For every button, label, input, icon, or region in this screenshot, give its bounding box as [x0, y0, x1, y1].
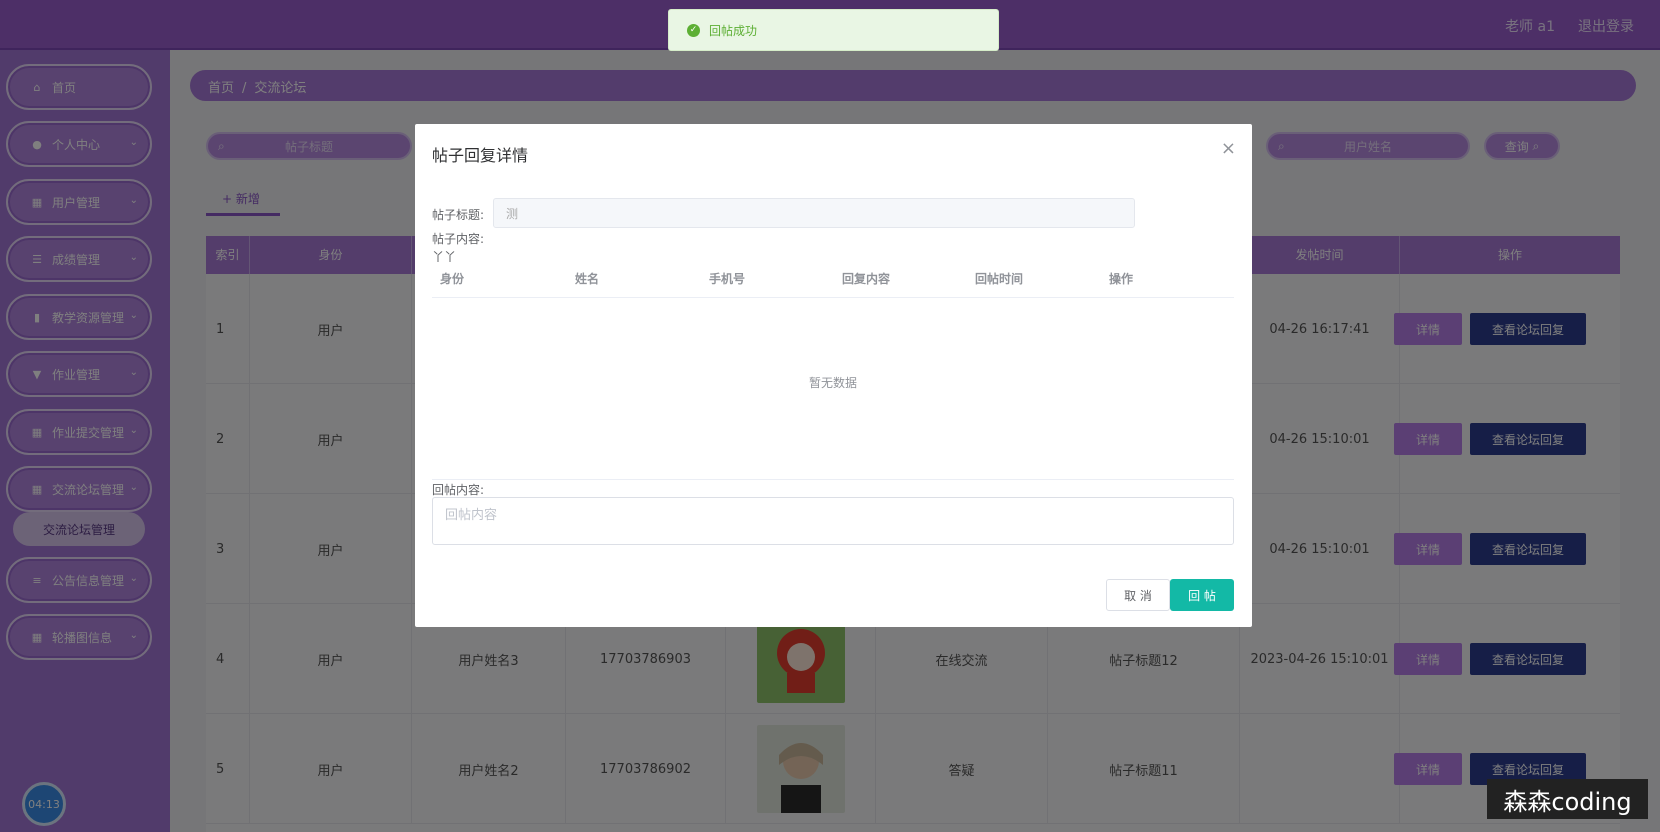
reply-detail-dialog: 帖子回复详情 × 帖子标题: 测 帖子内容: 丫丫 身份 姓名 手机号 回复内容… [415, 124, 1252, 627]
column-header: 身份 [440, 272, 465, 286]
toast-message: 回帖成功 [709, 23, 758, 38]
close-icon[interactable]: × [1221, 138, 1236, 159]
watermark: 森森coding [1487, 779, 1648, 819]
column-header: 姓名 [575, 272, 600, 286]
submit-reply-button[interactable]: 回 帖 [1170, 579, 1234, 611]
post-title-field: 测 [493, 198, 1135, 228]
post-content-label: 帖子内容: [432, 232, 485, 246]
post-title-label: 帖子标题: [432, 208, 485, 222]
column-header: 回复内容 [842, 272, 891, 286]
cancel-button[interactable]: 取 消 [1106, 579, 1170, 611]
column-header: 回帖时间 [975, 272, 1024, 286]
reply-content-textarea[interactable]: 回帖内容 [432, 497, 1234, 545]
empty-state: 暂无数据 [808, 376, 857, 390]
replies-table-header: 身份 姓名 手机号 回复内容 回帖时间 操作 [432, 260, 1234, 298]
divider [432, 479, 1234, 480]
reply-content-label: 回帖内容: [432, 483, 485, 497]
success-toast: ✓ 回帖成功 [668, 9, 999, 51]
column-header: 操作 [1109, 272, 1134, 286]
check-circle-icon: ✓ [687, 23, 700, 37]
dialog-title: 帖子回复详情 [432, 146, 529, 165]
column-header: 手机号 [709, 272, 746, 286]
